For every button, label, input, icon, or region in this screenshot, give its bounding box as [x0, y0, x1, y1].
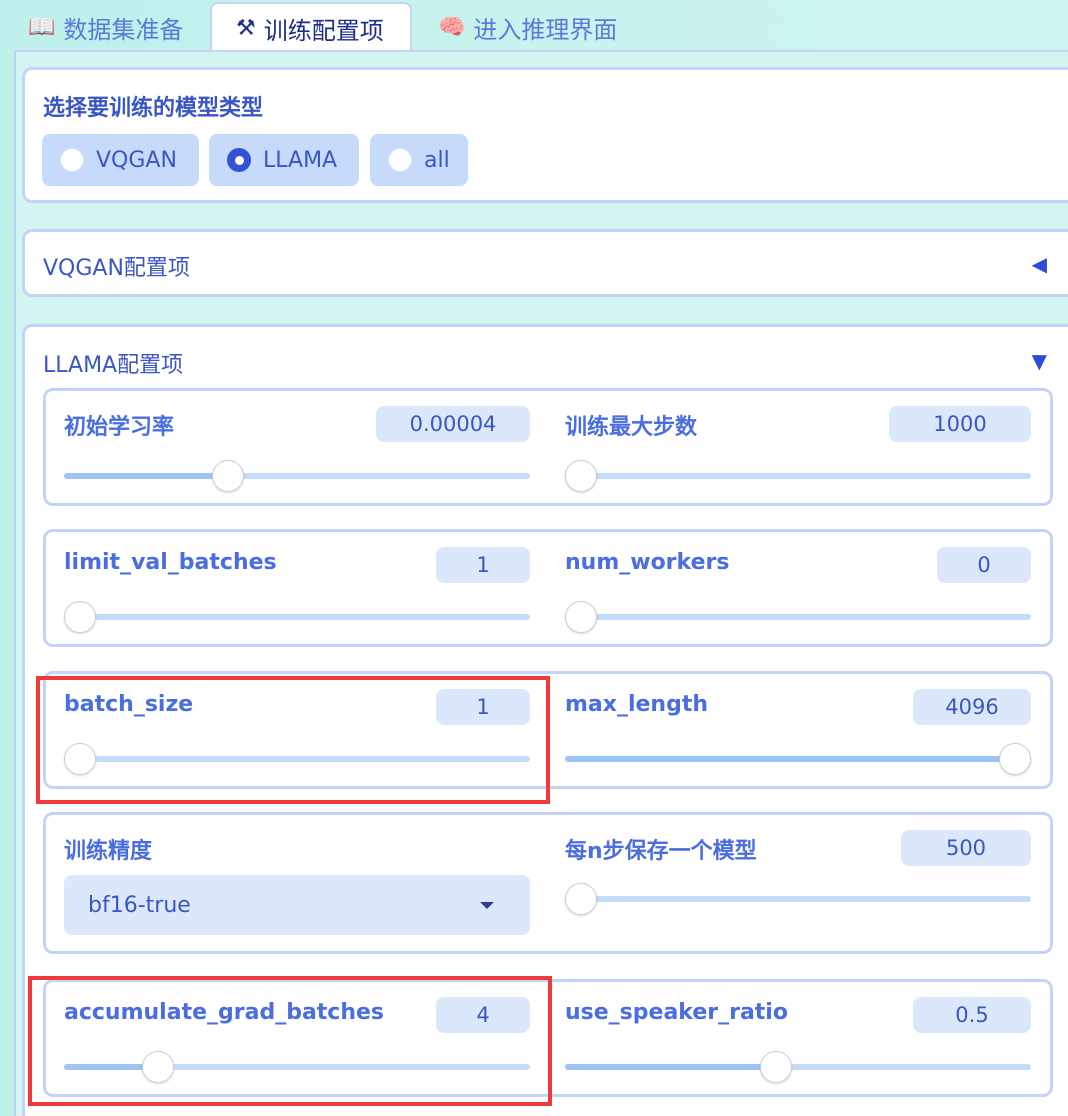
- llama-row-2: limit_val_batches 1 num_workers 0: [43, 529, 1053, 647]
- collapse-arrow-icon[interactable]: ◀: [1032, 252, 1047, 276]
- use-speaker-ratio-slider[interactable]: [565, 1051, 1031, 1083]
- vqgan-accordion[interactable]: VQGAN配置项 ◀: [22, 229, 1068, 297]
- max-steps-field: 训练最大步数 1000: [565, 391, 1031, 503]
- max-steps-label: 训练最大步数: [565, 415, 698, 440]
- limit-val-batches-slider[interactable]: [64, 601, 530, 633]
- highlight-box-accumulate-grad-batches: [28, 976, 552, 1106]
- num-workers-slider[interactable]: [565, 601, 1031, 633]
- llama-row-4: 训练精度 bf16-true 每n步保存一个模型 500: [43, 812, 1053, 954]
- max-steps-input[interactable]: 1000: [889, 406, 1031, 442]
- slider-thumb[interactable]: [760, 1051, 792, 1083]
- save-every-slider[interactable]: [565, 883, 1031, 915]
- radio-llama[interactable]: LLAMA: [209, 134, 359, 186]
- max-steps-slider[interactable]: [565, 460, 1031, 492]
- precision-label: 训练精度: [64, 839, 153, 864]
- max-length-input[interactable]: 4096: [913, 689, 1031, 725]
- precision-select[interactable]: bf16-true: [64, 875, 530, 935]
- dropdown-caret-icon: [480, 902, 494, 909]
- model-type-title: 选择要训练的模型类型: [43, 96, 264, 121]
- tab-bar: 📖 数据集准备 ⚒ 训练配置项 🧠 进入推理界面: [0, 0, 1068, 52]
- highlight-box-batch-size: [36, 676, 550, 804]
- lr-field: 初始学习率 0.00004: [64, 391, 530, 503]
- slider-thumb[interactable]: [565, 883, 597, 915]
- radio-label: LLAMA: [263, 147, 338, 173]
- max-length-slider[interactable]: [565, 743, 1031, 775]
- slider-thumb[interactable]: [565, 460, 597, 492]
- slider-thumb[interactable]: [64, 601, 96, 633]
- tab-label: 进入推理界面: [473, 15, 618, 44]
- lr-slider[interactable]: [64, 460, 530, 492]
- radio-all[interactable]: all: [370, 134, 468, 186]
- max-length-label: max_length: [565, 692, 709, 717]
- radio-circle: [60, 148, 84, 172]
- book-icon: 📖: [28, 14, 56, 40]
- tools-icon: ⚒: [236, 15, 256, 41]
- slider-fill: [565, 756, 1015, 762]
- llama-accordion-title: LLAMA配置项: [43, 353, 184, 378]
- use-speaker-ratio-field: use_speaker_ratio 0.5: [565, 982, 1031, 1094]
- tab-label: 数据集准备: [63, 15, 184, 44]
- num-workers-label: num_workers: [565, 550, 730, 575]
- precision-selected-value: bf16-true: [88, 892, 191, 918]
- brain-icon: 🧠: [438, 14, 466, 40]
- llama-row-1: 初始学习率 0.00004 训练最大步数 1000: [43, 388, 1053, 506]
- max-length-field: max_length 4096: [565, 674, 1031, 786]
- num-workers-field: num_workers 0: [565, 532, 1031, 644]
- save-every-input[interactable]: 500: [901, 830, 1031, 866]
- tab-dataset-prep[interactable]: 📖 数据集准备: [28, 2, 183, 52]
- use-speaker-ratio-label: use_speaker_ratio: [565, 1000, 788, 1025]
- slider-fill: [64, 473, 228, 479]
- radio-circle-selected: [227, 148, 251, 172]
- slider-thumb[interactable]: [212, 460, 244, 492]
- slider-fill: [565, 1064, 776, 1070]
- tab-inference[interactable]: 🧠 进入推理界面: [438, 2, 617, 52]
- slider-thumb[interactable]: [999, 743, 1031, 775]
- lr-input[interactable]: 0.00004: [376, 406, 530, 442]
- use-speaker-ratio-input[interactable]: 0.5: [913, 997, 1031, 1033]
- save-every-label: 每n步保存一个模型: [565, 839, 757, 864]
- lr-label: 初始学习率: [64, 415, 175, 440]
- vqgan-accordion-title: VQGAN配置项: [43, 256, 190, 281]
- radio-label: VQGAN: [96, 147, 177, 173]
- tab-training-config[interactable]: ⚒ 训练配置项: [210, 2, 412, 52]
- limit-val-batches-label: limit_val_batches: [64, 550, 277, 575]
- save-every-field: 每n步保存一个模型 500: [565, 815, 1031, 951]
- limit-val-batches-field: limit_val_batches 1: [64, 532, 530, 644]
- num-workers-input[interactable]: 0: [937, 547, 1031, 583]
- radio-vqgan[interactable]: VQGAN: [42, 134, 199, 186]
- limit-val-batches-input[interactable]: 1: [436, 547, 530, 583]
- radio-circle: [388, 148, 412, 172]
- precision-field: 训练精度 bf16-true: [64, 815, 530, 951]
- radio-label: all: [424, 147, 450, 173]
- model-type-card: 选择要训练的模型类型 VQGAN LLAMA all: [22, 67, 1068, 203]
- expand-arrow-icon[interactable]: ▼: [1032, 349, 1047, 373]
- slider-thumb[interactable]: [565, 601, 597, 633]
- tab-label: 训练配置项: [263, 16, 384, 45]
